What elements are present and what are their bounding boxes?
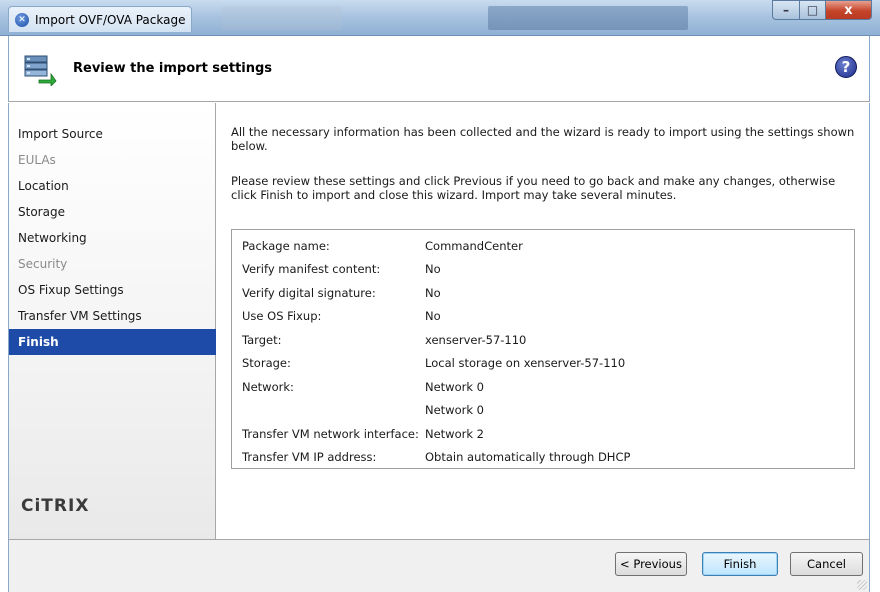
summary-value: No	[425, 262, 441, 277]
summary-key: Use OS Fixup:	[242, 309, 322, 324]
summary-key: Network:	[242, 379, 294, 394]
review-panel: All the necessary information has been c…	[217, 103, 870, 539]
summary-value: CommandCenter	[425, 238, 523, 253]
page-title: Review the import settings	[73, 61, 273, 76]
summary-value: No	[425, 309, 441, 324]
summary-row: Target: xenserver-57-110	[232, 328, 854, 352]
background-window-blur	[222, 6, 342, 30]
maximize-icon: □	[806, 3, 819, 17]
intro-text: All the necessary information has been c…	[231, 125, 855, 153]
window-title: Import OVF/OVA Package	[35, 12, 186, 27]
help-icon[interactable]: ?	[835, 56, 857, 78]
summary-value: Network 0	[425, 403, 484, 418]
summary-row: Network 0	[232, 399, 854, 423]
cancel-button[interactable]: Cancel	[790, 552, 863, 576]
summary-row: Transfer VM IP address: Obtain automatica…	[232, 446, 854, 470]
summary-value: Network 0	[425, 379, 484, 394]
previous-button[interactable]: < Previous	[615, 552, 687, 576]
step-transfer-vm-settings[interactable]: Transfer VM Settings	[9, 303, 216, 329]
window-title-tab: ✕ Import OVF/OVA Package	[8, 6, 192, 32]
summary-key: Transfer VM network interface:	[242, 426, 419, 441]
summary-row: Verify digital signature: No	[232, 281, 854, 305]
summary-value: Network 2	[425, 426, 484, 441]
resize-grip[interactable]	[857, 580, 867, 590]
minimize-icon: –	[783, 3, 789, 17]
step-security: Security	[18, 257, 68, 271]
summary-value: Obtain automatically through DHCP	[425, 450, 631, 465]
summary-key: Package name:	[242, 238, 330, 253]
wizard-steps-sidebar: Import Source EULAs Location Storage Net…	[8, 103, 216, 539]
settings-summary-box[interactable]: Package name: CommandCenter Verify manife…	[231, 229, 855, 469]
summary-row: Verify manifest content: No	[232, 258, 854, 282]
wizard-footer: < Previous Finish Cancel	[8, 539, 870, 592]
wizard-header: Review the import settings ?	[8, 36, 870, 102]
minimize-button[interactable]: –	[772, 0, 800, 20]
summary-key: Storage:	[242, 356, 291, 371]
summary-value: xenserver-57-110	[425, 332, 527, 347]
summary-key: Transfer VM IP address:	[242, 450, 377, 465]
close-button[interactable]: x	[826, 0, 872, 20]
summary-key: Target:	[242, 332, 282, 347]
summary-key: Verify manifest content:	[242, 262, 381, 277]
step-storage[interactable]: Storage	[9, 199, 216, 225]
summary-value: No	[425, 285, 441, 300]
step-finish[interactable]: Finish	[9, 329, 216, 355]
step-location[interactable]: Location	[9, 173, 216, 199]
step-os-fixup-settings[interactable]: OS Fixup Settings	[9, 277, 216, 303]
step-import-source[interactable]: Import Source	[9, 121, 216, 147]
title-bar[interactable]: ✕ Import OVF/OVA Package – □ x	[0, 0, 880, 36]
background-window-blur	[488, 6, 688, 30]
summary-value: Local storage on xenserver-57-110	[425, 356, 626, 371]
citrix-logo: CiTRIX	[21, 496, 90, 516]
summary-row: Network: Network 0	[232, 375, 854, 399]
step-networking[interactable]: Networking	[9, 225, 216, 251]
summary-row: Use OS Fixup: No	[232, 305, 854, 329]
summary-row: Transfer VM network interface: Network 2	[232, 422, 854, 446]
step-eulas: EULAs	[18, 153, 56, 167]
wizard-steps-list: Import Source EULAs Location Storage Net…	[9, 121, 216, 355]
xencenter-app-icon: ✕	[15, 12, 29, 27]
finish-button[interactable]: Finish	[702, 552, 778, 576]
maximize-button[interactable]: □	[800, 0, 826, 20]
summary-row: Storage: Local storage on xenserver-57-11…	[232, 352, 854, 376]
close-icon: x	[844, 2, 853, 18]
window-controls: – □ x	[772, 0, 872, 20]
instructions-text: Please review these settings and click P…	[231, 174, 836, 202]
summary-row: Package name: CommandCenter	[232, 234, 854, 258]
import-package-icon	[24, 55, 57, 86]
summary-key: Verify digital signature:	[242, 285, 376, 300]
